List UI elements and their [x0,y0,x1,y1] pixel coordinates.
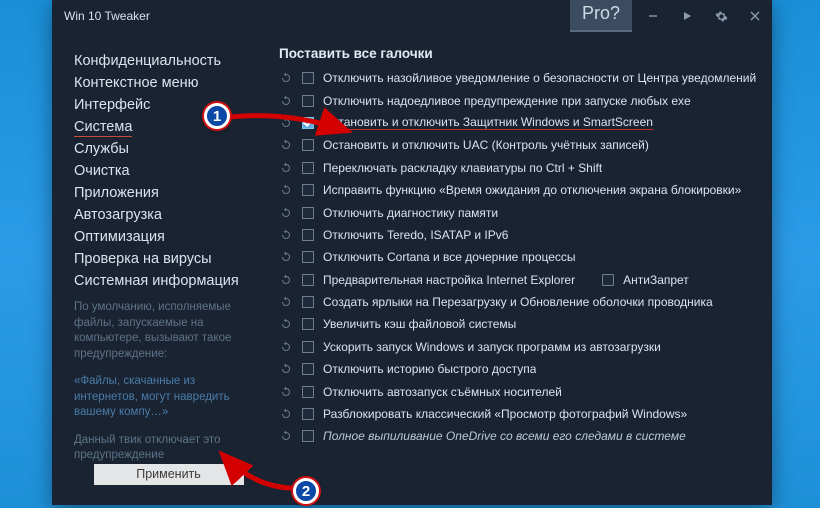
tweak-checkbox[interactable] [302,363,314,375]
sidebar-item-6[interactable]: Приложения [74,182,263,204]
tweak-row: Отключить Teredo, ISATAP и IPv6 [279,224,762,246]
arrow-1 [228,105,360,145]
tweak-checkbox[interactable] [302,408,314,420]
sidebar-item-label: Автозагрузка [74,207,162,223]
sidebar-item-label: Интерфейс [74,97,150,113]
pro-badge[interactable]: Pro? [570,0,632,32]
sidebar-item-7[interactable]: Автозагрузка [74,204,263,226]
tweak-label: Остановить и отключить UAC (Контроль учё… [323,138,649,152]
window-controls [636,0,772,32]
tweak-label: Предварительная настройка Internet Explo… [323,273,575,287]
tweak-label: Разблокировать классический «Просмотр фо… [323,407,687,421]
start-icon[interactable] [670,0,704,32]
refresh-icon[interactable] [279,429,293,443]
tweak-row: Исправить функцию «Время ожидания до отк… [279,179,762,201]
refresh-icon[interactable] [279,228,293,242]
tweak-row: Переключать раскладку клавиатуры по Ctrl… [279,157,762,179]
refresh-icon[interactable] [279,71,293,85]
sidebar-item-label: Очистка [74,163,130,179]
tweak-row: Полное выпиливание OneDrive со всеми его… [279,425,762,447]
tweak-label: Ускорить запуск Windows и запуск програм… [323,340,661,354]
sidebar-item-label: Конфиденциальность [74,53,221,69]
tweak-label: Отключить надоедливое предупреждение при… [323,94,691,108]
sidebar-item-label: Оптимизация [74,229,165,245]
tweak-label: Исправить функцию «Время ожидания до отк… [323,183,741,197]
sidebar-item-10[interactable]: Системная информация [74,270,263,292]
marker-1: 1 [204,103,230,129]
sidebar-item-5[interactable]: Очистка [74,160,263,182]
tweak-row: Отключить назойливое уведомление о безоп… [279,67,762,89]
refresh-icon[interactable] [279,206,293,220]
tweak-label-extra: АнтиЗапрет [623,273,689,287]
marker-2: 2 [293,478,319,504]
sidebar-note-1: По умолчанию, исполняемые файлы, запуска… [74,300,263,362]
tweak-row: Ускорить запуск Windows и запуск програм… [279,336,762,358]
sidebar-item-8[interactable]: Оптимизация [74,226,263,248]
tweak-label: Остановить и отключить Защитник Windows … [323,115,653,130]
sidebar-item-label: Системная информация [74,273,239,289]
tweak-label: Переключать раскладку клавиатуры по Ctrl… [323,161,602,175]
sidebar-item-label: Система [74,119,132,137]
tweak-label: Создать ярлыки на Перезагрузку и Обновле… [323,295,713,309]
tweak-row: Отключить историю быстрого доступа [279,358,762,380]
minimize-button[interactable] [636,0,670,32]
tweak-label: Отключить диагностику памяти [323,206,498,220]
tweak-row: Увеличить кэш файловой системы [279,313,762,335]
tweak-row: Предварительная настройка Internet Explo… [279,269,762,291]
refresh-icon[interactable] [279,295,293,309]
sidebar-item-0[interactable]: Конфиденциальность [74,50,263,72]
nav-list: Конфиденциальность Контекстное меню Интерф… [74,50,263,292]
tweak-checkbox[interactable] [302,386,314,398]
sidebar-item-9[interactable]: Проверка на вирусы [74,248,263,270]
app-window: Win 10 Tweaker Pro? КонфиденциальностьКо… [52,0,772,505]
main-panel: Поставить все галочки Отключить назойлив… [269,32,772,505]
sidebar-item-1[interactable]: Контекстное меню [74,72,263,94]
settings-button[interactable] [704,0,738,32]
panel-header: Поставить все галочки [279,46,762,61]
refresh-icon[interactable] [279,385,293,399]
tweak-label: Отключить историю быстрого доступа [323,362,536,376]
refresh-icon[interactable] [279,407,293,421]
tweak-checkbox[interactable] [302,430,314,442]
titlebar: Win 10 Tweaker Pro? [52,0,772,32]
tweak-row: Отключить автозапуск съёмных носителей [279,380,762,402]
refresh-icon[interactable] [279,317,293,331]
tweak-row: Отключить диагностику памяти [279,201,762,223]
tweak-label: Отключить Cortana и все дочерние процесс… [323,250,576,264]
sidebar-item-label: Приложения [74,185,159,201]
close-button[interactable] [738,0,772,32]
tweak-checkbox-extra[interactable] [602,274,614,286]
app-title: Win 10 Tweaker [64,9,150,23]
tweak-row: Отключить Cortana и все дочерние процесс… [279,246,762,268]
tweak-checkbox[interactable] [302,251,314,263]
tweak-checkbox[interactable] [302,207,314,219]
tweak-row: Разблокировать классический «Просмотр фо… [279,403,762,425]
refresh-icon[interactable] [279,161,293,175]
tweak-checkbox[interactable] [302,184,314,196]
refresh-icon[interactable] [279,250,293,264]
sidebar-item-label: Службы [74,141,129,157]
tweak-label: Отключить автозапуск съёмных носителей [323,385,562,399]
tweak-row: Создать ярлыки на Перезагрузку и Обновле… [279,291,762,313]
tweak-checkbox[interactable] [302,296,314,308]
sidebar-item-label: Контекстное меню [74,75,199,91]
tweak-label: Отключить назойливое уведомление о безоп… [323,71,756,85]
refresh-icon[interactable] [279,273,293,287]
tweak-checkbox[interactable] [302,72,314,84]
tweak-label: Увеличить кэш файловой системы [323,317,516,331]
tweak-checkbox[interactable] [302,318,314,330]
tweak-checkbox[interactable] [302,229,314,241]
refresh-icon[interactable] [279,340,293,354]
tweak-checkbox[interactable] [302,341,314,353]
refresh-icon[interactable] [279,183,293,197]
tweak-checkbox[interactable] [302,274,314,286]
sidebar-note-2: «Файлы, скачанные из интернетов, могут н… [74,374,263,421]
tweak-label: Полное выпиливание OneDrive со всеми его… [323,429,686,443]
sidebar: Конфиденциальность Контекстное меню Интерф… [52,32,269,505]
sidebar-item-label: Проверка на вирусы [74,251,212,267]
refresh-icon[interactable] [279,362,293,376]
tweak-label: Отключить Teredo, ISATAP и IPv6 [323,228,508,242]
tweak-checkbox[interactable] [302,162,314,174]
body: Конфиденциальность Контекстное меню Интерф… [52,32,772,505]
